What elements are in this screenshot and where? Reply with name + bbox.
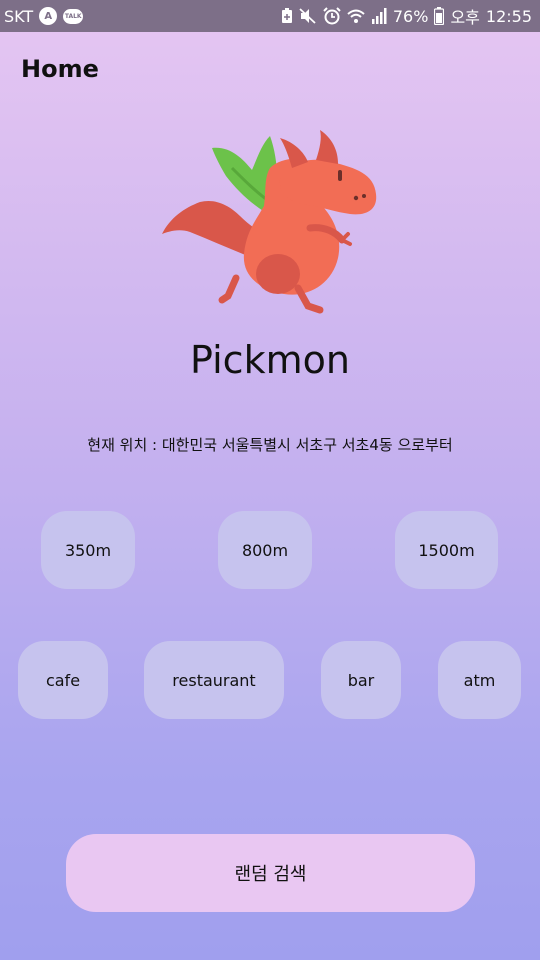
clock-time: 12:55: [485, 6, 532, 26]
battery-saver-icon: [281, 8, 292, 23]
current-location-text: 현재 위치 : 대한민국 서울특별시 서초구 서초4동 으로부터: [87, 436, 453, 454]
category-button-bar[interactable]: bar: [321, 641, 401, 719]
status-left: SKT A TALK: [4, 6, 84, 26]
category-button-cafe[interactable]: cafe: [18, 641, 108, 719]
distance-button-800m[interactable]: 800m: [218, 511, 312, 589]
status-right: 76% 오후 12:55: [281, 4, 532, 28]
status-bar: SKT A TALK 76% 오후 12:55: [0, 0, 540, 32]
page-title: Home: [21, 55, 99, 83]
alarm-icon: [323, 7, 341, 25]
dragon-mascot-icon: [162, 130, 377, 314]
carrier-a-icon: A: [39, 7, 58, 25]
ampm-label: 오후: [450, 8, 480, 27]
distance-button-350m[interactable]: 350m: [41, 511, 135, 589]
distance-button-1500m[interactable]: 1500m: [395, 511, 498, 589]
carrier-label: SKT: [4, 6, 34, 26]
category-button-atm[interactable]: atm: [438, 641, 521, 719]
talk-icon: TALK: [63, 8, 84, 24]
battery-percent: 76%: [392, 6, 429, 26]
category-button-restaurant[interactable]: restaurant: [144, 641, 284, 719]
random-search-button[interactable]: 랜덤 검색: [66, 834, 475, 912]
mute-icon: [299, 8, 316, 24]
battery-icon: [434, 7, 445, 25]
signal-icon: [371, 8, 387, 24]
app-title: Pickmon: [190, 338, 350, 382]
wifi-icon: [347, 9, 365, 23]
